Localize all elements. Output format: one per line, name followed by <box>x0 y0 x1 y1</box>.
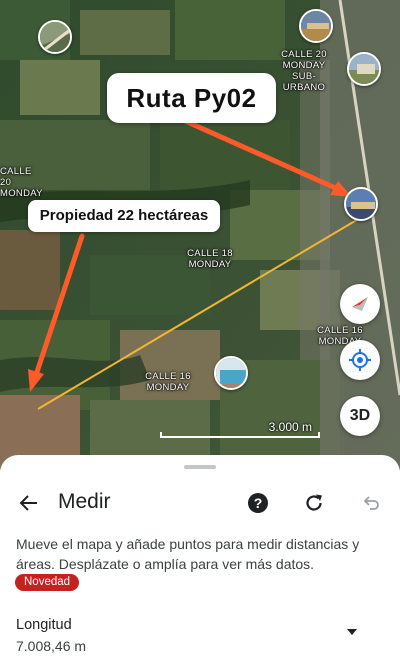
svg-text:?: ? <box>254 495 263 511</box>
satellite-map[interactable]: CALLE 20 MONDAY SUB-URBANO CALLE 20 MONDAY … <box>0 0 400 470</box>
screen: CALLE 20 MONDAY SUB-URBANO CALLE 20 MONDAY … <box>0 0 400 669</box>
reset-button[interactable] <box>300 489 328 517</box>
sheet-header: Medir ? <box>0 485 400 521</box>
photo-marker[interactable] <box>344 187 378 221</box>
ruta-callout: Ruta Py02 <box>107 73 276 123</box>
back-button[interactable] <box>14 488 44 518</box>
my-location-button[interactable] <box>340 340 380 380</box>
unit-dropdown[interactable] <box>342 625 362 639</box>
metric-label: Longitud <box>16 617 72 633</box>
photo-marker[interactable] <box>38 20 72 54</box>
undo-button[interactable] <box>357 489 385 517</box>
photo-marker[interactable] <box>299 9 333 43</box>
photo-marker[interactable] <box>347 52 381 86</box>
page-title: Medir <box>58 490 111 513</box>
help-icon: ? <box>248 493 268 513</box>
help-button[interactable]: ? <box>244 489 272 517</box>
street-label: CALLE 16 MONDAY <box>145 371 191 393</box>
instructions-text: Mueve el mapa y añade puntos para medir … <box>16 536 360 572</box>
scale-bar: 3.000 m <box>160 420 320 438</box>
reset-icon <box>306 494 322 511</box>
metric-value: 7.008,46 m <box>16 638 87 654</box>
chevron-down-icon <box>347 629 357 635</box>
street-label: CALLE 20 MONDAY <box>0 166 43 199</box>
back-arrow-icon <box>19 495 37 511</box>
street-label: CALLE 20 MONDAY SUB-URBANO <box>281 49 327 93</box>
satellite-imagery <box>0 0 400 470</box>
compass-icon <box>352 297 368 311</box>
new-badge: Novedad <box>15 574 80 591</box>
my-location-icon <box>349 349 371 371</box>
3d-toggle-button[interactable]: 3D <box>340 396 380 436</box>
measure-sheet: Medir ? Mueve el mapa y añade puntos par… <box>0 455 400 669</box>
street-label: CALLE 18 MONDAY <box>187 248 233 270</box>
propiedad-callout: Propiedad 22 hectáreas <box>28 200 220 232</box>
photo-marker[interactable] <box>214 356 248 390</box>
undo-icon <box>363 496 379 510</box>
scale-ruler <box>160 432 320 438</box>
compass-button[interactable] <box>340 284 380 324</box>
drag-handle[interactable] <box>184 465 216 469</box>
